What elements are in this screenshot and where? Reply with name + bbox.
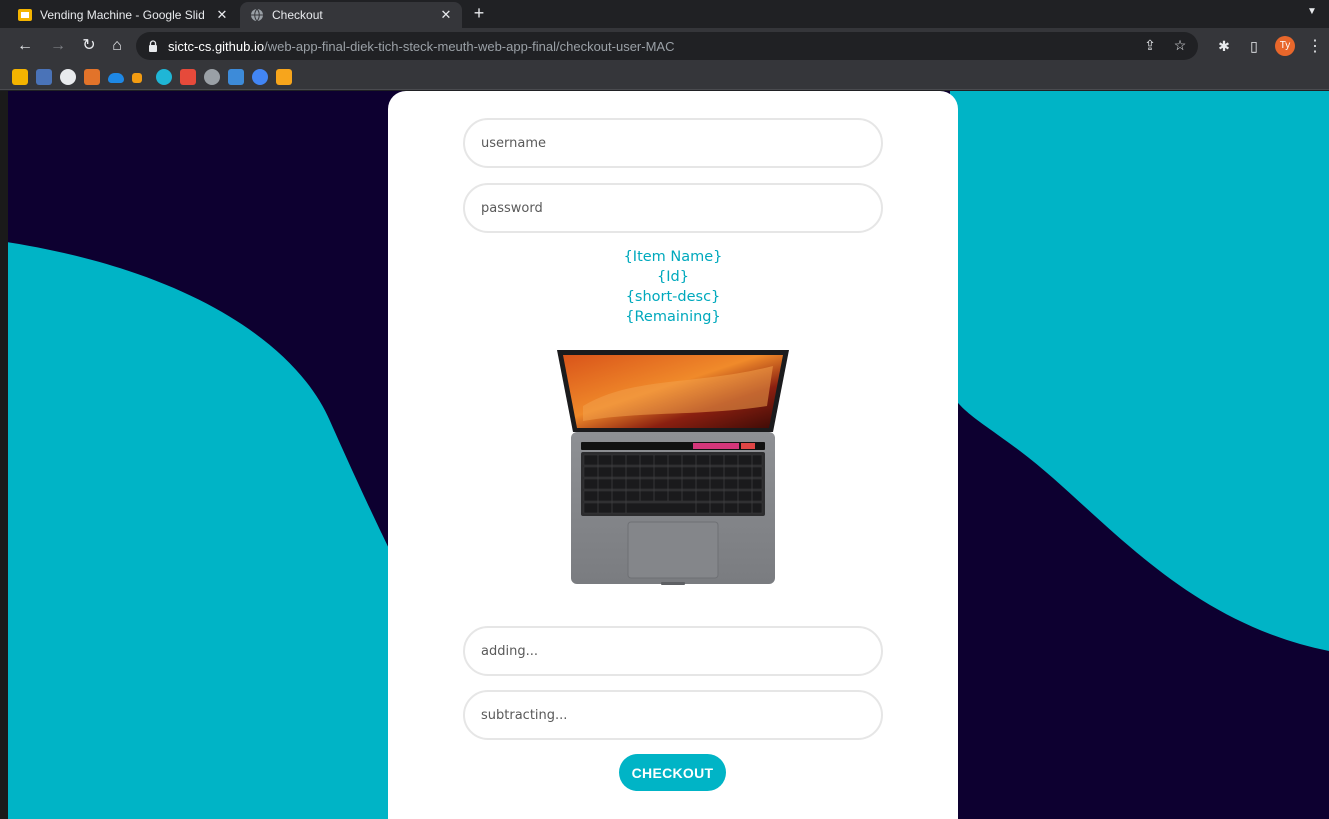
item-id: {Id} (657, 269, 689, 285)
more-menu-icon[interactable]: ⋮ (1307, 36, 1323, 56)
password-input[interactable] (463, 183, 883, 233)
subtracting-input[interactable] (463, 690, 883, 740)
extensions-puzzle-icon[interactable]: ✱ (1215, 37, 1233, 55)
lock-icon (149, 40, 157, 52)
bookmarks-bar (0, 64, 1329, 90)
gitlab-icon[interactable] (84, 69, 100, 85)
chevron-down-icon[interactable]: ▼ (1305, 6, 1319, 20)
scratch-icon[interactable] (132, 73, 142, 83)
google-slides-icon (18, 9, 32, 21)
onedrive-icon[interactable] (108, 73, 124, 83)
browser-window: Vending Machine - Google Slid ✕ Checkout… (0, 0, 1329, 819)
close-icon[interactable]: ✕ (214, 7, 230, 23)
close-icon[interactable]: ✕ (438, 7, 454, 23)
office-icon[interactable] (180, 69, 196, 85)
photos-icon[interactable] (12, 69, 28, 85)
app-icon[interactable] (228, 69, 244, 85)
page-viewport: {Item Name} {Id} {short-desc} {Remaining… (0, 91, 1329, 819)
item-short-desc: {short-desc} (625, 289, 721, 305)
url-path: /web-app-final-diek-tich-steck-meuth-web… (264, 38, 675, 54)
address-bar[interactable]: sictc-cs.github.io /web-app-final-diek-t… (136, 32, 1198, 60)
checkout-button[interactable]: CHECKOUT (619, 754, 726, 791)
canva-icon[interactable] (156, 69, 172, 85)
reload-icon[interactable]: ↻ (80, 37, 98, 55)
google-chrome-icon[interactable] (252, 69, 268, 85)
window-edge (0, 91, 8, 819)
tab-title: Checkout (272, 8, 323, 22)
new-tab-icon[interactable]: + (470, 4, 488, 22)
profile-avatar[interactable]: Ty (1275, 36, 1295, 56)
chrome-web-icon[interactable] (204, 69, 220, 85)
bookmark-star-icon[interactable]: ☆ (1172, 37, 1188, 53)
url-host: sictc-cs.github.io (168, 38, 265, 54)
globe-icon (251, 8, 263, 22)
pixlr-icon[interactable] (36, 69, 52, 85)
github-icon[interactable] (60, 69, 76, 85)
back-arrow-icon[interactable]: ← (16, 37, 34, 55)
tab-vending-machine[interactable]: Vending Machine - Google Slid ✕ (18, 2, 238, 28)
item-remaining: {Remaining} (625, 309, 721, 325)
share-icon[interactable]: ⇪ (1142, 37, 1158, 53)
extension-icon[interactable] (276, 69, 292, 85)
username-input[interactable] (463, 118, 883, 168)
checkout-card: {Item Name} {Id} {short-desc} {Remaining… (388, 91, 958, 819)
item-name: {Item Name} (623, 249, 723, 265)
macbook-laptop-image (557, 350, 789, 585)
tab-checkout[interactable]: Checkout ✕ (240, 2, 462, 28)
side-panel-icon[interactable]: ▯ (1245, 37, 1263, 55)
tab-strip: Vending Machine - Google Slid ✕ Checkout… (0, 0, 1329, 28)
home-icon[interactable]: ⌂ (108, 37, 126, 55)
forward-arrow-icon[interactable]: → (49, 37, 67, 55)
item-info: {Item Name} {Id} {short-desc} {Remaining… (388, 247, 958, 327)
tab-title: Vending Machine - Google Slid (40, 8, 205, 22)
toolbar: ← → ↻ ⌂ sictc-cs.github.io /web-app-fina… (0, 28, 1329, 64)
adding-input[interactable] (463, 626, 883, 676)
